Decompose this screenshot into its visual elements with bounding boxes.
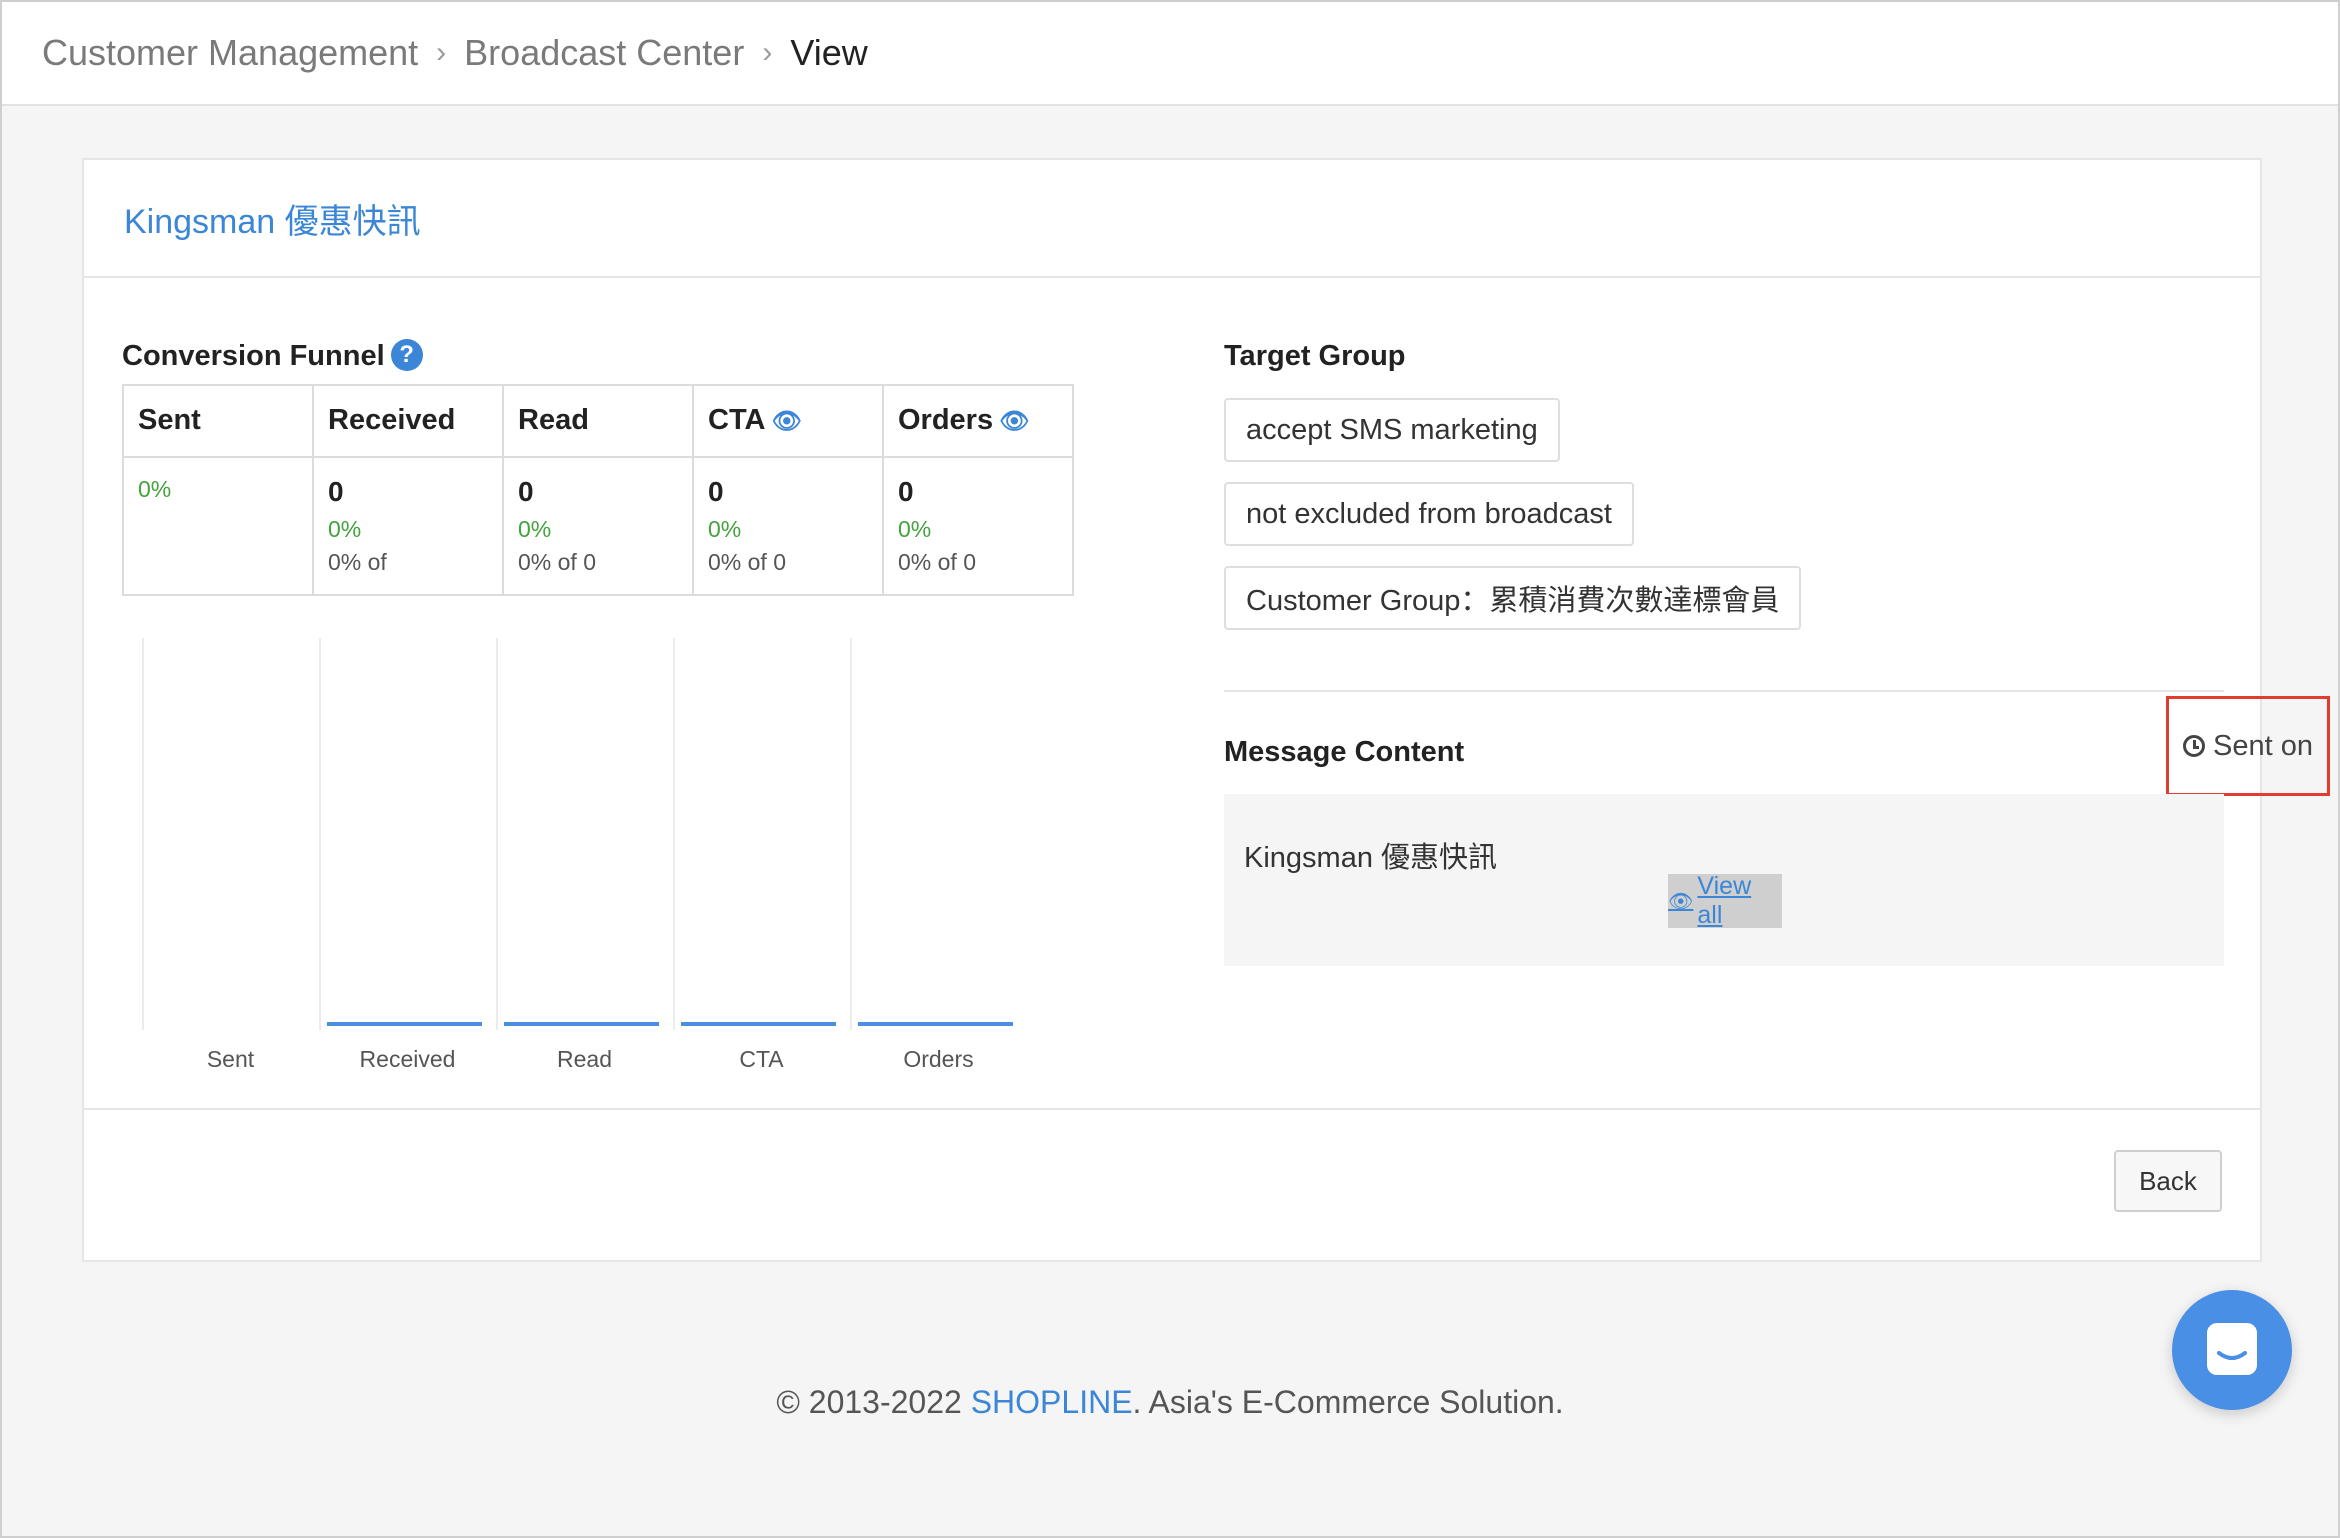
target-tag-customer-group: Customer Group：累積消費次數達標會員 [1224, 566, 1802, 630]
column-header-label: Read [518, 404, 589, 436]
conversion-funnel-label: Conversion Funnel? [122, 339, 423, 373]
view-all-label: View all [1697, 872, 1752, 929]
sent-on-indicator: Sent on [2166, 696, 2330, 796]
funnel-cell-sent: 0% [122, 456, 314, 596]
eye-icon: 👁 [1668, 890, 1694, 913]
page-title: Kingsman 優惠快訊 [84, 160, 2260, 278]
copyright-prefix: © 2013-2022 [776, 1384, 971, 1420]
copyright-footer: © 2013-2022 SHOPLINE. Asia's E-Commerce … [2, 1384, 2338, 1421]
breadcrumb-item-view: View [790, 32, 868, 73]
cell-percent: 0% [138, 476, 172, 502]
cell-percent: 0% [328, 516, 362, 542]
message-text: Kingsman 優惠快訊 [1244, 842, 1498, 874]
chevron-right-icon: › [436, 36, 447, 69]
section-divider [1224, 690, 2224, 692]
column-header-sent: Sent [122, 384, 314, 458]
view-all-link[interactable]: 👁 View all [1668, 872, 1782, 929]
chart-gridline [319, 638, 321, 1030]
cell-of-total: 0% of 0 [518, 549, 596, 575]
chart-xlabel-orders: Orders [903, 1046, 974, 1072]
column-header-cta: CTA 👁 [692, 384, 884, 458]
cell-count: 0 [708, 476, 724, 507]
column-header-orders: Orders 👁 [882, 384, 1074, 458]
conversion-funnel-text: Conversion Funnel [122, 340, 385, 372]
back-button[interactable]: Back [2114, 1150, 2222, 1212]
message-content-label: Message Content [1224, 736, 1465, 768]
conversion-funnel-table: Sent Received Read CTA 👁 Orders 👁 0% 0 0% … [122, 384, 1074, 596]
cell-count: 0 [898, 476, 914, 507]
funnel-cell-cta: 0 0% 0% of 0 [692, 456, 884, 596]
chart-xlabel-cta: CTA [739, 1046, 784, 1072]
table-row: 0% 0 0% 0% of 0 0% 0% of 0 0 0% 0% of 0 [122, 456, 1074, 596]
broadcast-detail-panel: Kingsman 優惠快訊 Conversion Funnel? Sent Re… [82, 158, 2330, 1262]
breadcrumb-item-broadcast-center[interactable]: Broadcast Center [464, 32, 744, 74]
breadcrumb-item-customer-management[interactable]: Customer Management [42, 32, 418, 74]
cell-of-total: 0% of [328, 549, 387, 575]
sent-on-label: Sent on [2213, 729, 2313, 762]
cell-count: 0 [328, 476, 344, 507]
chart-gridline [496, 638, 498, 1030]
chart-gridline [673, 638, 675, 1030]
chart-bar-orders [858, 1022, 1013, 1026]
column-header-label: CTA [708, 404, 766, 436]
target-tag-sms-marketing: accept SMS marketing [1224, 398, 1560, 462]
chart-xlabel-sent: Sent [206, 1046, 255, 1072]
cell-percent: 0% [518, 516, 552, 542]
cell-percent: 0% [898, 516, 932, 542]
column-header-label: Orders [898, 404, 994, 436]
chart-gridline [142, 638, 144, 1030]
eye-icon[interactable]: 👁 [771, 408, 801, 435]
chat-button[interactable] [2172, 1290, 2292, 1410]
funnel-cell-read: 0 0% 0% of 0 [502, 456, 694, 596]
chart-xlabel-received: Received [359, 1046, 456, 1072]
brand-link[interactable]: SHOPLINE [971, 1384, 1133, 1420]
column-header-read: Read [502, 384, 694, 458]
chart-gridline [850, 638, 852, 1030]
copyright-suffix: . Asia's E-Commerce Solution. [1132, 1384, 1564, 1420]
cell-count: 0 [518, 476, 534, 507]
breadcrumb: Customer Management › Broadcast Center ›… [2, 2, 2338, 106]
conversion-funnel-chart: Sent Received Read CTA Orders [142, 638, 1052, 1072]
help-icon[interactable]: ? [390, 339, 423, 372]
chevron-right-icon: › [762, 36, 773, 69]
panel-footer-divider [84, 1108, 2260, 1110]
column-header-received: Received [312, 384, 504, 458]
chat-icon [2207, 1323, 2257, 1375]
target-tag-not-excluded: not excluded from broadcast [1224, 482, 1634, 546]
cell-of-total: 0% of 0 [708, 549, 786, 575]
message-preview: Kingsman 優惠快訊 👁 View all [1224, 794, 2224, 966]
funnel-cell-received: 0 0% 0% of [312, 456, 504, 596]
eye-icon[interactable]: 👁 [999, 408, 1029, 435]
column-header-label: Sent [138, 404, 201, 436]
target-group-label: Target Group [1224, 340, 1406, 372]
cell-of-total: 0% of 0 [898, 549, 976, 575]
cell-percent: 0% [708, 516, 742, 542]
chart-bar-read [504, 1022, 659, 1026]
column-header-label: Received [328, 404, 456, 436]
chart-xlabel-read: Read [557, 1046, 612, 1072]
chart-bar-received [327, 1022, 482, 1026]
chart-bar-cta [681, 1022, 836, 1026]
clock-icon [2183, 735, 2205, 757]
funnel-cell-orders: 0 0% 0% of 0 [882, 456, 1074, 596]
